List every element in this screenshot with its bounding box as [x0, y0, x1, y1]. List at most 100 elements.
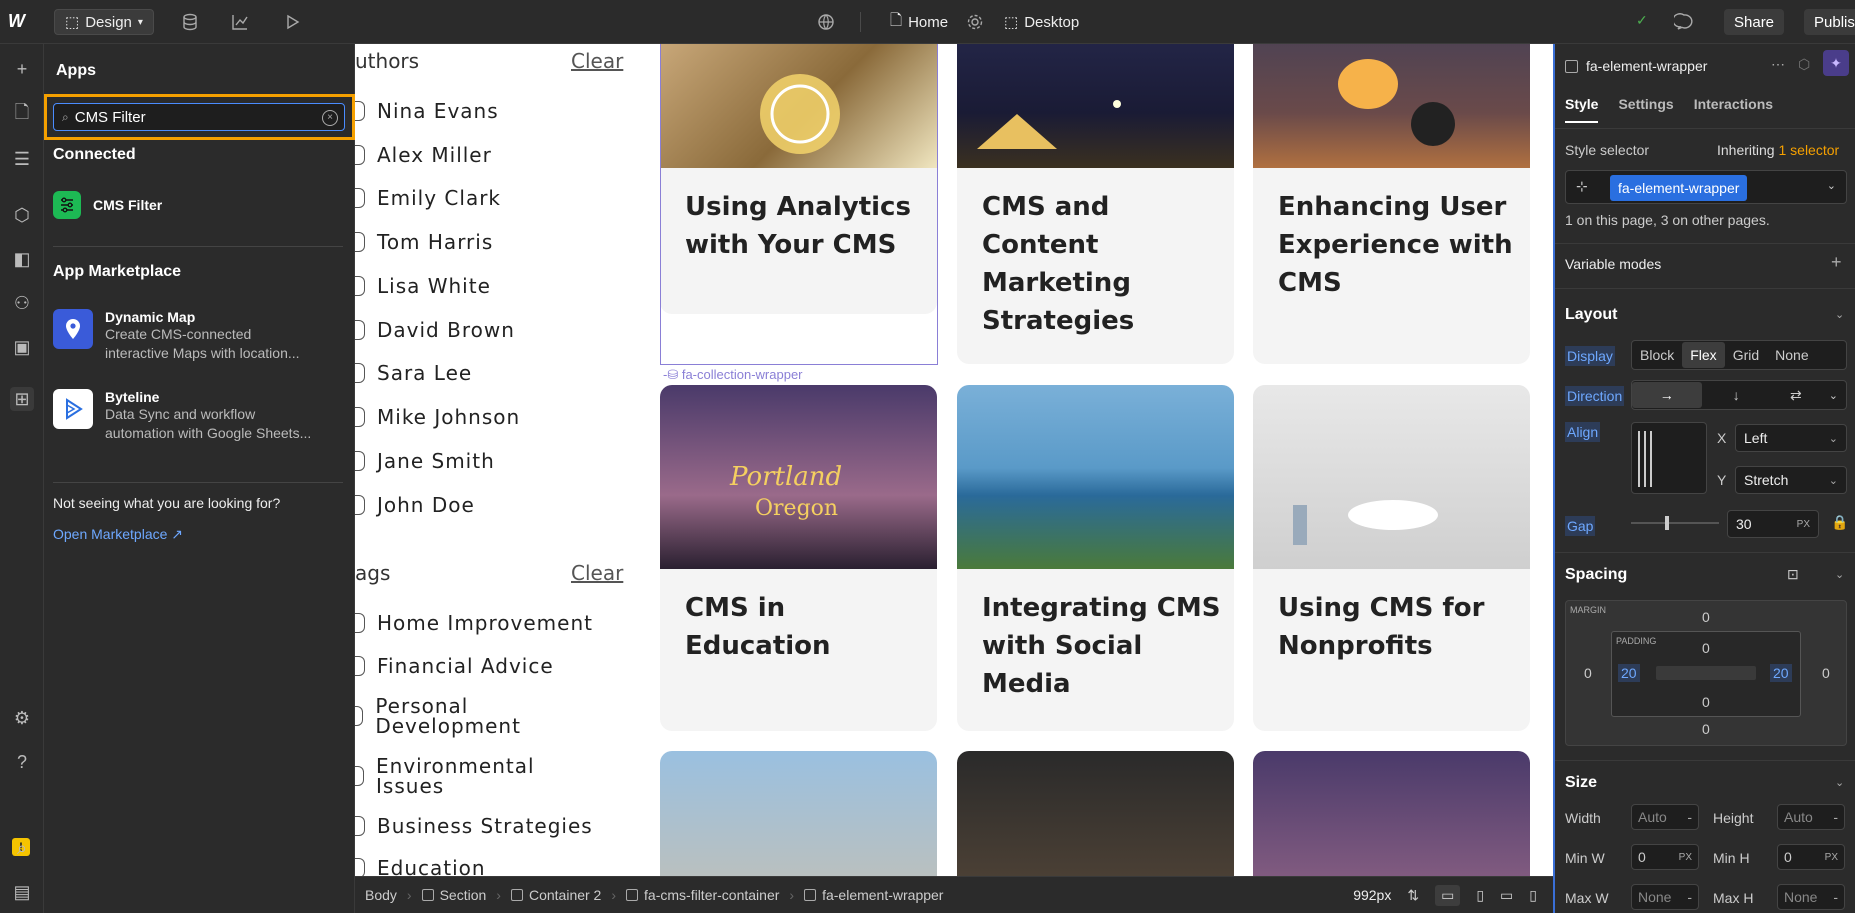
- tag-checkbox[interactable]: Home Improvement: [355, 611, 593, 635]
- width-input[interactable]: Auto -: [1631, 804, 1699, 830]
- tag-checkbox[interactable]: Environmental Issues: [355, 756, 585, 796]
- display-segmented-control[interactable]: Block Flex Grid None: [1631, 340, 1847, 370]
- desktop-breakpoint-icon[interactable]: ▭: [1435, 884, 1461, 906]
- inheriting-count[interactable]: 1 selector: [1778, 142, 1839, 158]
- box-model-editor[interactable]: MARGIN 0 0 0 0 PADDING 0 20 20 0: [1565, 600, 1847, 746]
- lock-icon[interactable]: 🔒: [1831, 514, 1848, 531]
- page-selector[interactable]: 🗋 Home: [890, 10, 948, 34]
- tablet-breakpoint-icon[interactable]: ▯: [1476, 887, 1484, 904]
- apps-icon[interactable]: ⊞: [10, 387, 34, 411]
- display-grid-option[interactable]: Grid: [1725, 342, 1767, 368]
- share-button[interactable]: Share: [1724, 9, 1785, 35]
- search-input[interactable]: [74, 108, 305, 126]
- wrap-icon[interactable]: ⇄: [1771, 382, 1821, 408]
- author-checkbox[interactable]: Mike Johnson: [355, 405, 520, 429]
- resize-icon[interactable]: ⇅: [1407, 887, 1419, 904]
- author-checkbox[interactable]: John Doe: [355, 493, 475, 517]
- pages-icon[interactable]: 🗋: [10, 102, 34, 127]
- tab-settings[interactable]: Settings: [1618, 96, 1673, 123]
- video-tutorials-icon[interactable]: ▤: [10, 880, 34, 904]
- display-block-option[interactable]: Block: [1632, 342, 1682, 368]
- blog-card[interactable]: Using CMS for Nonprofits: [1253, 385, 1530, 731]
- margin-top-value[interactable]: 0: [1702, 609, 1710, 625]
- marketplace-app-dynamic-map[interactable]: Dynamic Map Create CMS-connected interac…: [53, 309, 343, 363]
- author-checkbox[interactable]: Alex Miller: [355, 143, 492, 167]
- checkbox[interactable]: [355, 101, 365, 121]
- checkbox[interactable]: [355, 613, 365, 633]
- cms-database-icon[interactable]: [180, 12, 200, 32]
- unit-dash[interactable]: -: [1687, 889, 1692, 905]
- mobile-portrait-icon[interactable]: ▯: [1529, 887, 1537, 904]
- author-checkbox[interactable]: Lisa White: [355, 274, 491, 298]
- max-width-input[interactable]: None -: [1631, 884, 1699, 910]
- checkbox[interactable]: [355, 816, 365, 836]
- ai-assistant-icon[interactable]: ✦: [1823, 50, 1849, 76]
- tag-checkbox[interactable]: Personal Development: [355, 696, 575, 736]
- assets-icon[interactable]: ▣: [10, 335, 34, 359]
- blog-card[interactable]: Portland Oregon CMS in Education: [660, 385, 937, 731]
- chevron-down-icon[interactable]: ⌄: [1835, 776, 1844, 789]
- display-flex-option[interactable]: Flex: [1682, 342, 1725, 368]
- size-heading[interactable]: Size: [1565, 774, 1597, 792]
- class-chip[interactable]: fa-element-wrapper: [1610, 175, 1748, 201]
- add-elements-icon[interactable]: +: [10, 57, 34, 81]
- gap-slider[interactable]: [1631, 516, 1719, 530]
- tab-interactions[interactable]: Interactions: [1694, 96, 1773, 123]
- checkbox[interactable]: [355, 407, 365, 427]
- blog-card[interactable]: [1253, 751, 1530, 876]
- padding-right-value[interactable]: 20: [1770, 664, 1792, 682]
- padding-bottom-value[interactable]: 0: [1702, 694, 1710, 710]
- cms-icon[interactable]: ◧: [10, 247, 34, 271]
- mode-switcher-button[interactable]: ⬚ Design ▾: [54, 9, 154, 35]
- authors-clear-link[interactable]: Clear: [571, 49, 623, 73]
- add-variable-mode-icon[interactable]: +: [1831, 252, 1842, 273]
- tab-style[interactable]: Style: [1565, 96, 1599, 123]
- spacing-heading[interactable]: Spacing: [1565, 566, 1627, 584]
- align-x-select[interactable]: Left ⌄: [1735, 424, 1847, 452]
- checkbox[interactable]: [355, 858, 365, 876]
- blog-card[interactable]: CMS and Content Marketing Strategies: [957, 44, 1234, 364]
- checkbox[interactable]: [355, 363, 365, 383]
- tag-checkbox[interactable]: Financial Advice: [355, 654, 554, 678]
- unit-px[interactable]: PX: [1825, 852, 1838, 863]
- publish-button[interactable]: Publish: [1804, 9, 1855, 35]
- padding-top-value[interactable]: 0: [1702, 640, 1710, 656]
- component-icon[interactable]: ⬡: [1798, 56, 1810, 73]
- blog-card[interactable]: Integrating CMS with Social Media: [957, 385, 1234, 731]
- more-options-icon[interactable]: ⋯: [1771, 56, 1785, 73]
- clear-search-icon[interactable]: ×: [322, 110, 338, 126]
- min-width-input[interactable]: 0 PX: [1631, 844, 1699, 870]
- max-height-input[interactable]: None -: [1777, 884, 1845, 910]
- canvas-width-readout[interactable]: 992px: [1353, 887, 1391, 903]
- checkbox[interactable]: [355, 451, 365, 471]
- unit-dash[interactable]: -: [1833, 889, 1838, 905]
- crumb-container[interactable]: Container 2: [501, 887, 611, 903]
- checkbox[interactable]: [355, 145, 365, 165]
- align-grid-widget[interactable]: [1631, 422, 1707, 494]
- navigator-icon[interactable]: ☰: [10, 147, 34, 171]
- gap-slider-handle[interactable]: [1665, 516, 1669, 530]
- author-checkbox[interactable]: Nina Evans: [355, 99, 499, 123]
- chevron-down-icon[interactable]: ⌄: [1821, 382, 1846, 408]
- preview-play-icon[interactable]: [282, 12, 302, 32]
- author-checkbox[interactable]: Tom Harris: [355, 230, 493, 254]
- author-checkbox[interactable]: Emily Clark: [355, 186, 501, 210]
- help-icon[interactable]: ?: [10, 750, 34, 774]
- marketplace-app-byteline[interactable]: Byteline Data Sync and workflow automati…: [53, 389, 343, 443]
- spacing-preset-icon[interactable]: ⊡: [1787, 566, 1799, 583]
- checkbox[interactable]: [355, 232, 365, 252]
- checkbox[interactable]: [355, 706, 364, 726]
- align-y-select[interactable]: Stretch ⌄: [1735, 466, 1847, 494]
- analytics-icon[interactable]: [230, 12, 250, 32]
- blog-card[interactable]: [957, 751, 1234, 876]
- arrow-right-icon[interactable]: →: [1632, 382, 1702, 408]
- checkbox[interactable]: [355, 188, 365, 208]
- unit-dash[interactable]: -: [1687, 809, 1692, 825]
- breakpoint-selector[interactable]: ⬚ Desktop: [1004, 10, 1079, 34]
- comments-icon[interactable]: [1672, 12, 1694, 32]
- components-icon[interactable]: ⬡: [10, 203, 34, 227]
- search-icon[interactable]: ⌕: [10, 836, 34, 860]
- checkbox[interactable]: [355, 766, 365, 786]
- margin-right-value[interactable]: 0: [1822, 665, 1830, 681]
- min-height-input[interactable]: 0 PX: [1777, 844, 1845, 870]
